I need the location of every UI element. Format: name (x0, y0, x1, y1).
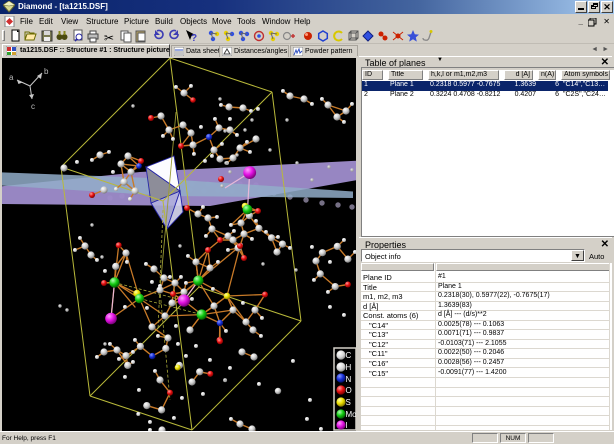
svg-text:S: S (346, 398, 351, 407)
svg-text:a: a (9, 73, 14, 82)
svg-text:b: b (44, 67, 49, 76)
svg-text:?: ? (191, 33, 197, 43)
svg-text:I: I (346, 421, 348, 430)
svg-text:H: H (346, 363, 352, 372)
svg-text:O: O (346, 386, 352, 395)
svg-text:Mo: Mo (346, 410, 357, 419)
svg-text:c: c (31, 102, 35, 111)
svg-text:C: C (346, 351, 352, 360)
svg-text:N: N (346, 375, 352, 384)
